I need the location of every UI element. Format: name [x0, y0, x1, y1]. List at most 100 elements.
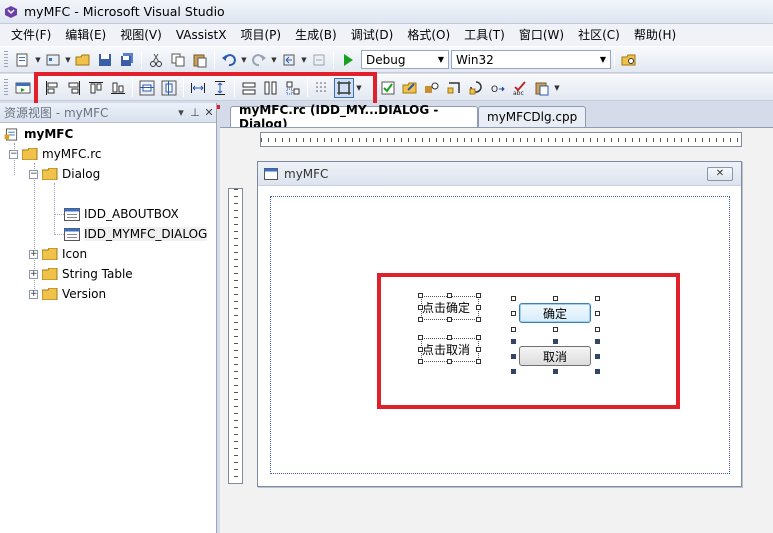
menu-edit[interactable]: 编辑(E): [58, 25, 113, 45]
resize-handle[interactable]: [418, 293, 423, 298]
undo-button[interactable]: [219, 50, 239, 70]
menu-debug[interactable]: 调试(D): [344, 25, 401, 45]
tree-item-aboutbox[interactable]: IDD_ABOUTBOX: [64, 204, 179, 224]
menu-community[interactable]: 社区(C): [571, 25, 627, 45]
open-file-in-solution-button[interactable]: O: [488, 78, 508, 98]
redo-button[interactable]: [249, 50, 269, 70]
spell-check-button[interactable]: abc: [510, 78, 530, 98]
center-horizontal-button[interactable]: [159, 78, 179, 98]
find-references-button[interactable]: [466, 78, 486, 98]
open-file-button[interactable]: [73, 50, 93, 70]
toggle-guides-button[interactable]: [334, 77, 354, 98]
resize-handle[interactable]: [511, 296, 516, 301]
resize-handle[interactable]: [595, 354, 600, 359]
resize-handle[interactable]: [418, 347, 423, 352]
copy-button[interactable]: [168, 50, 188, 70]
new-project-dropdown[interactable]: ▼: [34, 56, 42, 64]
menu-tools[interactable]: 工具(T): [457, 25, 512, 45]
resize-handle[interactable]: [418, 335, 423, 340]
resize-handle[interactable]: [476, 335, 481, 340]
resize-handle[interactable]: [418, 305, 423, 310]
goto-definition-button[interactable]: [444, 78, 464, 98]
menu-vassistx[interactable]: VAssistX: [169, 25, 234, 45]
resize-handle[interactable]: [476, 359, 481, 364]
resize-handle[interactable]: [476, 317, 481, 322]
resize-handle[interactable]: [418, 359, 423, 364]
toolbar-grip[interactable]: [4, 78, 8, 97]
solution-configuration-select[interactable]: Debug ▼: [361, 50, 449, 69]
menu-help[interactable]: 帮助(H): [627, 25, 683, 45]
open-folder-button[interactable]: [400, 78, 420, 98]
resize-handle[interactable]: [476, 293, 481, 298]
resize-handle[interactable]: [511, 354, 516, 359]
resize-handle[interactable]: [553, 296, 558, 301]
new-project-button[interactable]: [13, 50, 33, 70]
resize-handle[interactable]: [476, 347, 481, 352]
vertical-ruler[interactable]: [228, 188, 243, 484]
panel-options-icon[interactable]: ▾: [174, 106, 188, 119]
make-same-size-button[interactable]: [283, 78, 303, 98]
menu-view[interactable]: 视图(V): [113, 25, 169, 45]
menu-window[interactable]: 窗口(W): [512, 25, 571, 45]
navigate-dropdown[interactable]: ▼: [300, 56, 308, 64]
align-rights-button[interactable]: [64, 78, 84, 98]
resize-handle[interactable]: [553, 339, 558, 344]
redo-dropdown[interactable]: ▼: [270, 56, 278, 64]
align-bottoms-button[interactable]: [108, 78, 128, 98]
toggle-grid-button[interactable]: [312, 78, 332, 98]
start-debugging-button[interactable]: [338, 50, 358, 70]
solution-platform-select[interactable]: Win32 ▼: [451, 50, 611, 69]
tab-dialog-editor[interactable]: myMFC.rc (IDD_MY...DIALOG - Dialog): [230, 103, 478, 131]
collapse-icon[interactable]: −: [9, 149, 18, 159]
pin-icon[interactable]: ⊥: [188, 106, 202, 119]
navigate-forward-button[interactable]: [309, 50, 329, 70]
resize-handle[interactable]: [511, 311, 516, 316]
checkin-button[interactable]: [378, 78, 398, 98]
paste-button[interactable]: [190, 50, 210, 70]
save-all-button[interactable]: [117, 50, 137, 70]
resize-handle[interactable]: [595, 369, 600, 374]
resize-handle[interactable]: [553, 327, 558, 332]
menu-file[interactable]: 文件(F): [4, 25, 58, 45]
resize-handle[interactable]: [595, 327, 600, 332]
navigate-backward-button[interactable]: [279, 50, 299, 70]
resize-handle[interactable]: [511, 339, 516, 344]
make-same-height-button[interactable]: [261, 78, 281, 98]
paste-history-button[interactable]: [532, 78, 552, 98]
space-down-button[interactable]: [210, 78, 230, 98]
static-text-click-ok[interactable]: 点击确定: [422, 300, 470, 316]
resize-handle[interactable]: [447, 335, 452, 340]
add-item-button[interactable]: [43, 50, 63, 70]
tree-item-string-table[interactable]: + String Table: [29, 264, 133, 284]
resize-handle[interactable]: [418, 317, 423, 322]
test-dialog-button[interactable]: [13, 78, 33, 98]
resize-handle[interactable]: [553, 369, 558, 374]
resize-handle[interactable]: [511, 369, 516, 374]
ok-button[interactable]: 确定: [519, 303, 591, 323]
toolbar-grip[interactable]: [4, 50, 8, 69]
toolbar-overflow-dropdown-2[interactable]: ▼: [553, 84, 561, 92]
menu-format[interactable]: 格式(O): [400, 25, 457, 45]
resize-handle[interactable]: [447, 293, 452, 298]
resize-handle[interactable]: [447, 317, 452, 322]
tree-item-dialog-folder[interactable]: − Dialog: [29, 164, 100, 184]
toolbar-overflow-dropdown[interactable]: ▼: [355, 84, 363, 92]
align-tops-button[interactable]: [86, 78, 106, 98]
space-across-button[interactable]: [188, 78, 208, 98]
close-icon[interactable]: ✕: [202, 106, 216, 119]
collapse-icon[interactable]: −: [29, 169, 38, 179]
tab-mymfcdlg-cpp[interactable]: myMFCDlg.cpp: [478, 106, 587, 127]
expand-icon[interactable]: +: [29, 249, 38, 259]
align-lefts-button[interactable]: [42, 78, 62, 98]
tree-item-mymfc-dialog[interactable]: IDD_MYMFC_DIALOG: [64, 224, 208, 244]
resize-handle[interactable]: [476, 305, 481, 310]
resize-handle[interactable]: [511, 327, 516, 332]
tree-item-icon-folder[interactable]: + Icon: [29, 244, 87, 264]
tree-item-version[interactable]: + Version: [29, 284, 106, 304]
add-item-dropdown[interactable]: ▼: [64, 56, 72, 64]
resize-handle[interactable]: [595, 311, 600, 316]
resize-handle[interactable]: [447, 359, 452, 364]
center-vertical-button[interactable]: [137, 78, 157, 98]
expand-icon[interactable]: +: [29, 289, 38, 299]
dialog-close-button[interactable]: ✕: [707, 167, 733, 181]
